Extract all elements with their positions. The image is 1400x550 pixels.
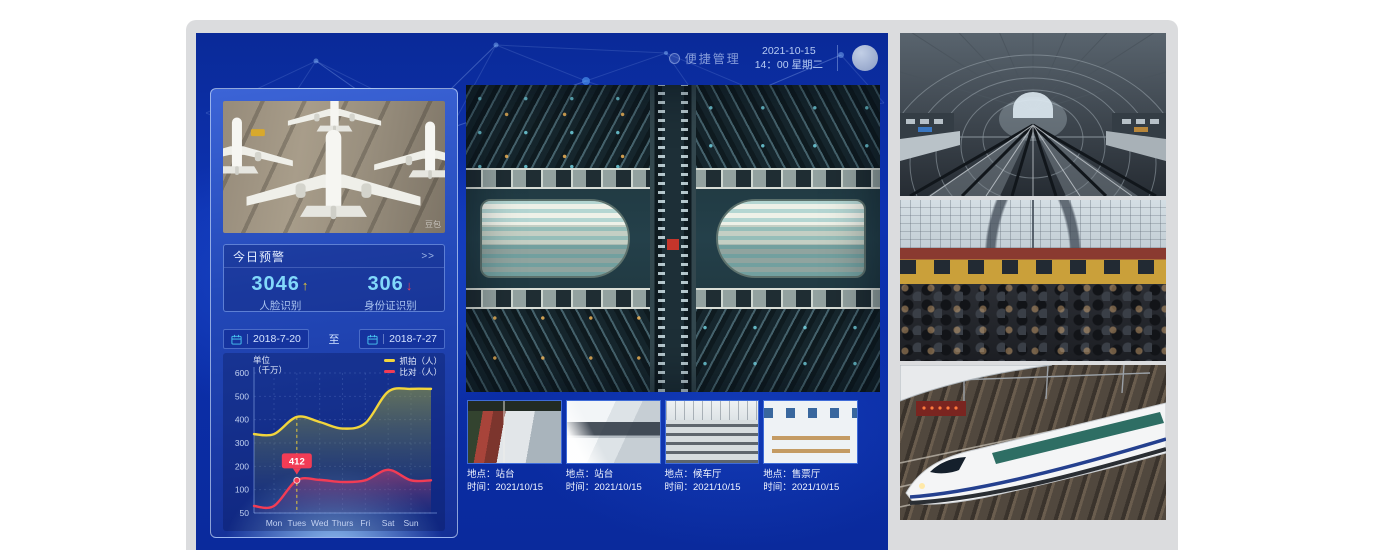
legend-swatch	[384, 359, 395, 362]
stat-label: 身份证识别	[364, 298, 417, 313]
date-range-separator: 至	[329, 331, 340, 347]
svg-text:Mon: Mon	[266, 518, 283, 528]
app-title: 便捷管理	[685, 50, 741, 67]
svg-text:100: 100	[235, 485, 249, 495]
camera-feed-screen-doors[interactable]	[566, 400, 661, 464]
button-divider	[383, 334, 384, 344]
legend-swatch	[384, 370, 395, 373]
camera-time: 时间：2021/10/15	[467, 481, 562, 494]
stat-face-recognition: 3046↑ 人脸识别	[251, 273, 309, 313]
right-photo-column	[900, 33, 1166, 524]
svg-text:50: 50	[240, 508, 250, 518]
camera-card-2: 地点：站台 时间：2021/10/15	[566, 400, 661, 494]
svg-text:Fri: Fri	[360, 518, 370, 528]
svg-text:400: 400	[235, 415, 249, 425]
user-avatar[interactable]	[852, 45, 878, 71]
legend-item: 比对（人）	[384, 366, 442, 377]
side-panel: 豆包 今日预警 >> 3046↑ 人脸识别 306↓	[210, 88, 458, 538]
crowd-texture	[900, 284, 1166, 361]
svg-text:300: 300	[235, 438, 249, 448]
trend-up-icon: ↑	[302, 278, 310, 293]
photo-main-station-aerial	[466, 85, 880, 392]
svg-text:600: 600	[235, 368, 249, 378]
camera-feed-platform-train[interactable]	[467, 400, 562, 464]
header-divider	[837, 45, 838, 71]
stat-value: 306	[367, 273, 403, 295]
datetime: 2021-10-15 14：00 星期二	[755, 44, 823, 72]
camera-time: 时间：2021/10/15	[665, 481, 760, 494]
alert-more-button[interactable]: >>	[421, 251, 435, 262]
camera-location: 地点：站台	[467, 468, 562, 481]
svg-text:Thurs: Thurs	[332, 518, 354, 528]
svg-text:200: 200	[235, 461, 249, 471]
trend-down-icon: ↓	[406, 278, 414, 293]
date-picker-start[interactable]: 2018-7-20	[223, 329, 309, 349]
chart-unit-label: 单位 （千万）	[253, 355, 287, 375]
trend-chart-canvas: 600 500 400 300 200 100 50 Mon Tues WedThurs Fri Sa…	[223, 353, 447, 531]
camera-time: 时间：2021/10/15	[566, 481, 661, 494]
yellow-red-train	[900, 248, 1166, 283]
header-time: 14：00 星期二	[755, 58, 823, 72]
camera-thumbnail-row: 地点：站台 时间：2021/10/15 地点：站台 时间：2021/10/15 …	[467, 400, 858, 494]
camera-card-4: 地点：售票厅 时间：2021/10/15	[763, 400, 858, 494]
svg-text:412: 412	[289, 456, 305, 467]
camera-feed-waiting-hall[interactable]	[665, 400, 760, 464]
camera-location: 地点：售票厅	[763, 468, 858, 481]
legend-item: 抓拍（人）	[384, 355, 442, 366]
end-date-value: 2018-7-27	[389, 333, 437, 345]
header-date: 2021-10-15	[755, 44, 823, 58]
legend-label: 比对（人）	[399, 366, 442, 378]
photo-arched-trainshed	[900, 33, 1166, 196]
glass-roof	[900, 200, 1166, 248]
camera-location: 地点：站台	[566, 468, 661, 481]
chart-legend: 抓拍（人）比对（人）	[384, 355, 442, 377]
svg-text:Sun: Sun	[403, 518, 418, 528]
date-picker-end[interactable]: 2018-7-27	[359, 329, 445, 349]
trend-chart: 单位 （千万） 抓拍（人）比对（人） 600 500 400 300 200 100 50 M…	[223, 353, 445, 531]
aircraft-illustration	[223, 101, 445, 233]
header: 便捷管理 2021-10-15 14：00 星期二	[196, 33, 888, 83]
aerial-vignette	[466, 85, 880, 392]
svg-text:500: 500	[235, 391, 249, 401]
photo-watermark: 豆包	[425, 219, 441, 230]
stat-value: 3046	[251, 273, 300, 295]
brand: 便捷管理	[669, 50, 741, 67]
dashboard: 便捷管理 2021-10-15 14：00 星期二	[196, 33, 888, 550]
button-divider	[247, 334, 248, 344]
trainshed-illustration	[900, 33, 1166, 196]
page: 便捷管理 2021-10-15 14：00 星期二	[0, 0, 1400, 550]
date-filter-row: 2018-7-20 至 2018-7-27	[223, 329, 445, 349]
alert-box: 今日预警 >> 3046↑ 人脸识别 306↓ 身份证识别	[223, 244, 445, 312]
photo-crowded-platform	[900, 200, 1166, 361]
camera-feed-ticket-hall[interactable]	[763, 400, 858, 464]
stat-id-recognition: 306↓ 身份证识别	[364, 273, 417, 313]
train-illustration	[900, 365, 1166, 520]
brand-logo-icon	[669, 53, 680, 64]
camera-time: 时间：2021/10/15	[763, 481, 858, 494]
svg-text:Tues: Tues	[288, 518, 307, 528]
start-date-value: 2018-7-20	[253, 333, 301, 345]
calendar-icon	[367, 334, 378, 345]
photo-airport-apron: 豆包	[223, 101, 445, 233]
camera-card-1: 地点：站台 时间：2021/10/15	[467, 400, 562, 494]
calendar-icon	[231, 334, 242, 345]
camera-location: 地点：候车厅	[665, 468, 760, 481]
alert-title: 今日预警	[233, 248, 285, 265]
camera-card-3: 地点：候车厅 时间：2021/10/15	[665, 400, 760, 494]
svg-text:Sat: Sat	[382, 518, 395, 528]
svg-text:Wed: Wed	[311, 518, 329, 528]
stat-label: 人脸识别	[251, 298, 309, 313]
photo-high-speed-train	[900, 365, 1166, 520]
